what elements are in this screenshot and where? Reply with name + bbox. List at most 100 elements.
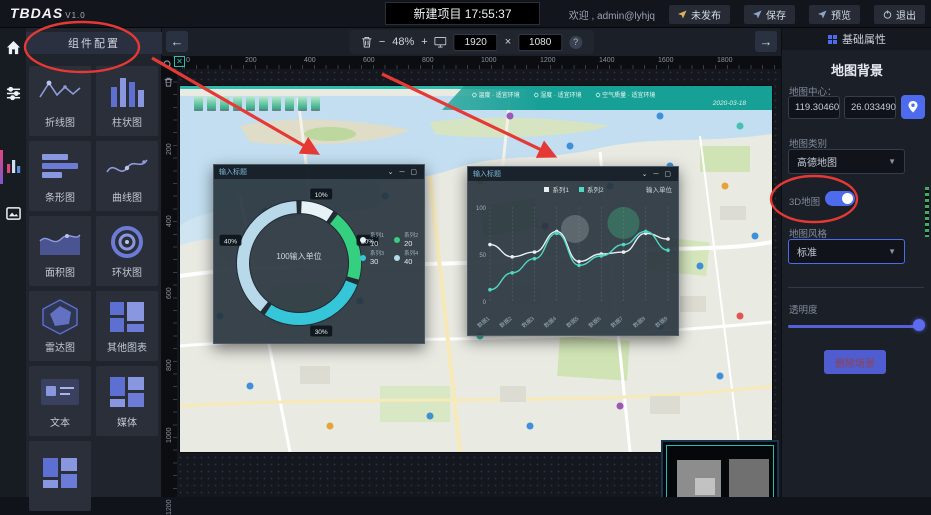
canvas-body[interactable]: ⛭ 温度 · 适宜环境 ⛭ 湿度 · 适宜环境 ⛭ 空气质量 · 适宜环境 2020…	[177, 69, 781, 497]
3d-map-toggle[interactable]	[825, 191, 855, 206]
component-tile-柱状图[interactable]: 柱状图	[96, 66, 158, 136]
line-widget[interactable]: 输入标题 ⌄ ─ ▢ 系列1系列2 输入单位 100500数据1数据2数据3数据…	[467, 166, 679, 336]
latitude-input[interactable]: 26.033490	[844, 96, 896, 119]
trash-icon[interactable]	[361, 36, 372, 48]
component-tile-文本[interactable]: 文本	[29, 366, 91, 436]
left-icon-rail	[0, 28, 26, 497]
map-header-bar: ⛭ 温度 · 适宜环境 ⛭ 湿度 · 适宜环境 ⛭ 空气质量 · 适宜环境 2020…	[442, 86, 772, 110]
zoom-toolbar: − 48% + 1920 × 1080 ?	[349, 30, 594, 54]
tile-label: 环状图	[112, 268, 142, 280]
tile-label: 条形图	[45, 193, 75, 205]
preview-button[interactable]: 预览	[809, 5, 860, 24]
donut-legend: 系列110 系列220 系列330 系列440	[360, 233, 418, 265]
svg-text:数据4: 数据4	[542, 314, 558, 329]
tile-label: 媒体	[117, 418, 137, 430]
widget-title: 输入标题	[219, 167, 247, 177]
component-tile-面积图[interactable]: 面积图	[29, 216, 91, 286]
canvas-height-input[interactable]: 1080	[518, 34, 562, 51]
send-icon	[678, 10, 687, 19]
map-style-select[interactable]: 标准▼	[788, 239, 905, 264]
map-datetime: 2020-03-18	[472, 100, 772, 107]
component-panel-header[interactable]: 组件配置	[26, 32, 162, 54]
image-icon[interactable]	[6, 206, 21, 221]
send-icon	[818, 10, 827, 19]
legend-item[interactable]: 系列330	[360, 251, 384, 265]
window-controls[interactable]: ⌄ ─ ▢	[388, 168, 419, 176]
component-tile-其他图表[interactable]: 其他图表	[96, 291, 158, 361]
opacity-slider-thumb[interactable]	[913, 319, 925, 331]
home-icon[interactable]	[6, 40, 21, 55]
delete-scene-button[interactable]: 删除场景	[824, 350, 886, 374]
canvas-width-input[interactable]: 1920	[454, 34, 498, 51]
back-arrow-button[interactable]: ←	[166, 31, 188, 52]
properties-tab[interactable]: 基础属性	[782, 28, 931, 50]
donut-widget[interactable]: 输入标题 ⌄ ─ ▢ 10%20%30%40% 100输入单位 系列110系列2…	[213, 164, 425, 344]
exit-button[interactable]: 退出	[874, 5, 925, 24]
save-button[interactable]: 保存	[744, 5, 795, 24]
svg-text:0: 0	[483, 300, 487, 306]
map-weather-item: ⛭ 湿度 · 适宜环境	[534, 90, 582, 100]
app-logo: TBDASV1.0	[10, 5, 86, 21]
zoom-level: 48%	[392, 36, 414, 48]
svg-text:10%: 10%	[315, 192, 328, 199]
horizontal-ruler: 020040060080010001200140016001800	[177, 56, 781, 69]
component-tile-雷达图[interactable]: 雷达图	[29, 291, 91, 361]
chevron-down-icon: ▼	[888, 247, 896, 256]
legend-item[interactable]: 系列1	[544, 184, 569, 194]
component-tile-折线图[interactable]: 折线图	[29, 66, 91, 136]
vertical-ruler: 020040060080010001200	[162, 56, 177, 497]
map-weather-row: ⛭ 温度 · 适宜环境 ⛭ 湿度 · 适宜环境 ⛭ 空气质量 · 适宜环境	[472, 90, 772, 100]
longitude-input[interactable]: 119.30460	[788, 96, 840, 119]
component-panel: 组件配置 折线图柱状图条形图 曲线图面积图 环状图雷达图 其他图表文本媒体	[26, 28, 162, 497]
minimap-widget-1-inner	[695, 478, 715, 495]
grid-icon	[828, 35, 837, 44]
component-tile-条形图[interactable]: 条形图	[29, 141, 91, 211]
map-weather-item: ⛭ 温度 · 适宜环境	[472, 90, 520, 100]
window-controls[interactable]: ⌄ ─ ▢	[642, 170, 673, 178]
magnifier-icon[interactable]	[163, 57, 173, 75]
component-tile-partial[interactable]	[29, 441, 91, 511]
map-weather-item: ⛭ 空气质量 · 适宜环境	[596, 90, 656, 100]
help-icon[interactable]: ?	[569, 36, 582, 49]
zoom-out-button[interactable]: −	[379, 36, 385, 48]
map-category-select[interactable]: 高德地图▼	[788, 149, 905, 174]
welcome-text: 欢迎 , admin@lyhjq	[569, 7, 655, 22]
opacity-label: 透明度	[789, 302, 818, 316]
legend-item[interactable]: 系列440	[394, 251, 418, 265]
project-title[interactable]: 新建项目 17:55:37	[385, 2, 540, 25]
tile-label: 雷达图	[45, 343, 75, 355]
widget-title-bar[interactable]: 输入标题 ⌄ ─ ▢	[468, 167, 678, 181]
locate-pin-button[interactable]	[901, 95, 925, 119]
tile-label: 柱状图	[112, 118, 142, 130]
svg-text:数据7: 数据7	[609, 314, 625, 329]
3d-map-label: 3D地图	[789, 194, 820, 208]
close-guide-icon[interactable]: ✕	[174, 56, 185, 67]
legend-item[interactable]: 系列220	[394, 233, 418, 247]
sliders-icon[interactable]	[6, 86, 21, 101]
forward-arrow-button[interactable]: →	[755, 31, 777, 52]
properties-panel: 基础属性 地图背景 地图中心： 119.30460 26.033490 地图类别…	[781, 28, 931, 497]
publish-status-button[interactable]: 未发布	[669, 5, 730, 24]
minimap[interactable]	[661, 440, 779, 497]
widget-title-bar[interactable]: 输入标题 ⌄ ─ ▢	[214, 165, 424, 179]
canvas-trash-icon[interactable]	[164, 74, 173, 92]
legend-item[interactable]: 系列110	[360, 233, 384, 247]
svg-text:数据3: 数据3	[520, 314, 536, 329]
tile-label: 曲线图	[112, 193, 142, 205]
section-title: 地图背景	[782, 60, 931, 79]
svg-text:数据6: 数据6	[587, 314, 603, 329]
panel-scrollbar[interactable]	[924, 186, 930, 238]
svg-text:40%: 40%	[224, 238, 237, 245]
line-unit-label: 输入单位	[646, 184, 672, 194]
legend-item[interactable]: 系列2	[579, 184, 604, 194]
pin-icon	[908, 101, 918, 113]
zoom-in-button[interactable]: +	[421, 36, 427, 48]
component-tile-环状图[interactable]: 环状图	[96, 216, 158, 286]
tile-label: 面积图	[45, 268, 75, 280]
component-tile-媒体[interactable]: 媒体	[96, 366, 158, 436]
bar-chart-icon[interactable]	[6, 158, 21, 173]
svg-text:数据1: 数据1	[475, 314, 491, 329]
top-bar: TBDASV1.0 新建项目 17:55:37 欢迎 , admin@lyhjq…	[0, 0, 931, 28]
component-tile-曲线图[interactable]: 曲线图	[96, 141, 158, 211]
opacity-slider-track[interactable]	[788, 325, 922, 328]
